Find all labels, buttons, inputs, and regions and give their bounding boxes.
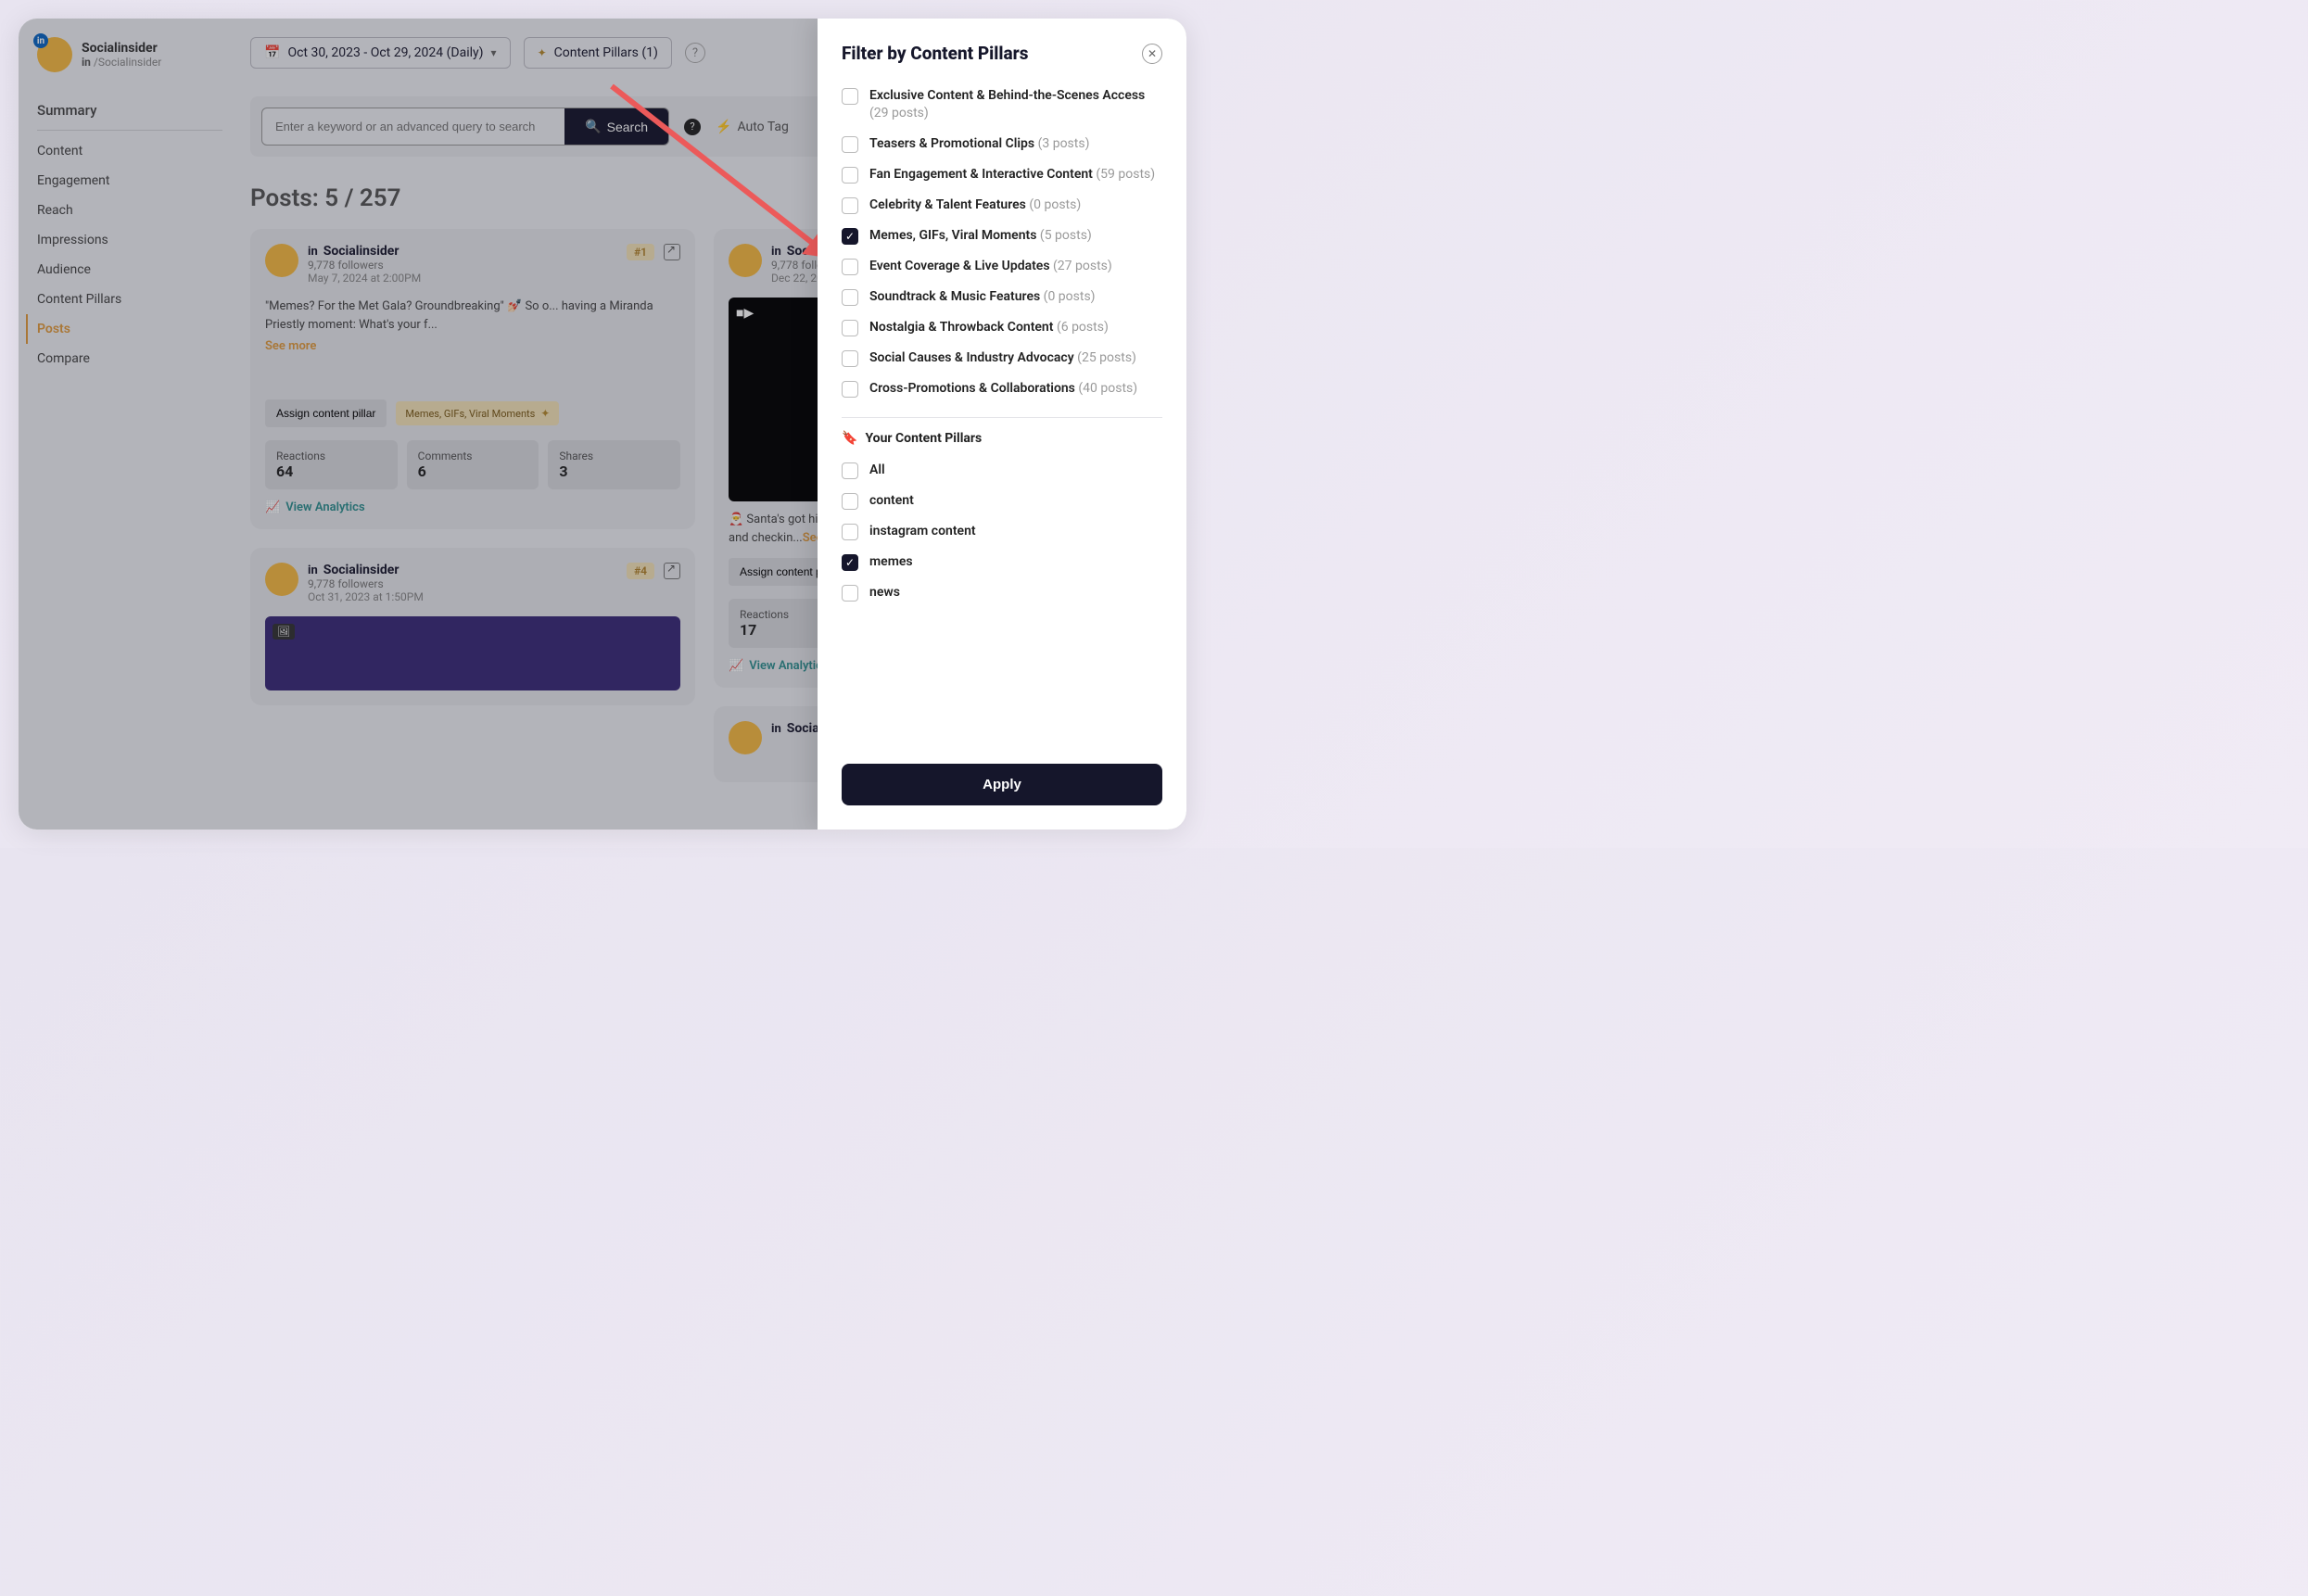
your-pillar-row[interactable]: instagram content [842,516,1162,547]
checkbox[interactable] [842,350,858,367]
your-pillar-label: memes [869,553,913,571]
post-count: (40 posts) [1078,381,1137,396]
post-count: (25 posts) [1077,350,1136,365]
your-pillar-label: news [869,584,900,602]
post-count: (3 posts) [1038,136,1090,151]
pillar-row[interactable]: Fan Engagement & Interactive Content (59… [842,159,1162,190]
checkbox[interactable] [842,167,858,184]
your-pillar-label: instagram content [869,523,976,540]
your-pillar-row[interactable]: All [842,455,1162,486]
pillar-row[interactable]: Soundtrack & Music Features (0 posts) [842,282,1162,312]
close-icon[interactable]: ✕ [1142,44,1162,64]
post-count: (59 posts) [1096,167,1155,182]
checkbox[interactable] [842,289,858,306]
checkbox[interactable] [842,136,858,153]
pillar-label: Nostalgia & Throwback Content (6 posts) [869,319,1109,336]
your-pillar-row[interactable]: content [842,486,1162,516]
pillar-label: Soundtrack & Music Features (0 posts) [869,288,1096,306]
pillar-row[interactable]: ✓ Memes, GIFs, Viral Moments (5 posts) [842,221,1162,251]
checkbox[interactable] [842,462,858,479]
post-count: (27 posts) [1053,259,1112,273]
your-pillar-row[interactable]: ✓ memes [842,547,1162,577]
post-count: (0 posts) [1029,197,1081,212]
your-pillar-label: content [869,492,914,510]
pillar-label: Exclusive Content & Behind-the-Scenes Ac… [869,87,1162,122]
checkbox[interactable] [842,493,858,510]
post-count: (6 posts) [1057,320,1109,335]
your-pillar-row[interactable]: news [842,577,1162,608]
checkbox[interactable] [842,197,858,214]
pillar-label: Cross-Promotions & Collaborations (40 po… [869,380,1137,398]
checkbox[interactable]: ✓ [842,554,858,571]
your-pillars-heading: 🔖 Your Content Pillars [842,431,1162,446]
post-count: (29 posts) [869,106,929,120]
checkbox[interactable] [842,585,858,602]
post-count: (0 posts) [1044,289,1096,304]
pillar-label: Celebrity & Talent Features (0 posts) [869,196,1081,214]
checkbox[interactable] [842,320,858,336]
post-count: (5 posts) [1040,228,1092,243]
pillar-label: Social Causes & Industry Advocacy (25 po… [869,349,1136,367]
pillar-label: Memes, GIFs, Viral Moments (5 posts) [869,227,1092,245]
pillar-row[interactable]: Social Causes & Industry Advocacy (25 po… [842,343,1162,374]
pillar-label: Teasers & Promotional Clips (3 posts) [869,135,1089,153]
bookmark-icon: 🔖 [842,431,857,446]
pillar-row[interactable]: Celebrity & Talent Features (0 posts) [842,190,1162,221]
pillar-label: Event Coverage & Live Updates (27 posts) [869,258,1112,275]
pillar-row[interactable]: Exclusive Content & Behind-the-Scenes Ac… [842,81,1162,129]
checkbox[interactable] [842,259,858,275]
checkbox[interactable] [842,524,858,540]
apply-button[interactable]: Apply [842,764,1162,805]
checkbox[interactable] [842,381,858,398]
pillar-row[interactable]: Nostalgia & Throwback Content (6 posts) [842,312,1162,343]
pillar-row[interactable]: Teasers & Promotional Clips (3 posts) [842,129,1162,159]
checkbox[interactable]: ✓ [842,228,858,245]
panel-title: Filter by Content Pillars [842,43,1029,64]
your-pillar-label: All [869,462,885,479]
pillar-label: Fan Engagement & Interactive Content (59… [869,166,1155,184]
pillar-row[interactable]: Event Coverage & Live Updates (27 posts) [842,251,1162,282]
checkbox[interactable] [842,88,858,105]
filter-panel: Filter by Content Pillars ✕ Exclusive Co… [818,19,1186,830]
pillar-row[interactable]: Cross-Promotions & Collaborations (40 po… [842,374,1162,404]
